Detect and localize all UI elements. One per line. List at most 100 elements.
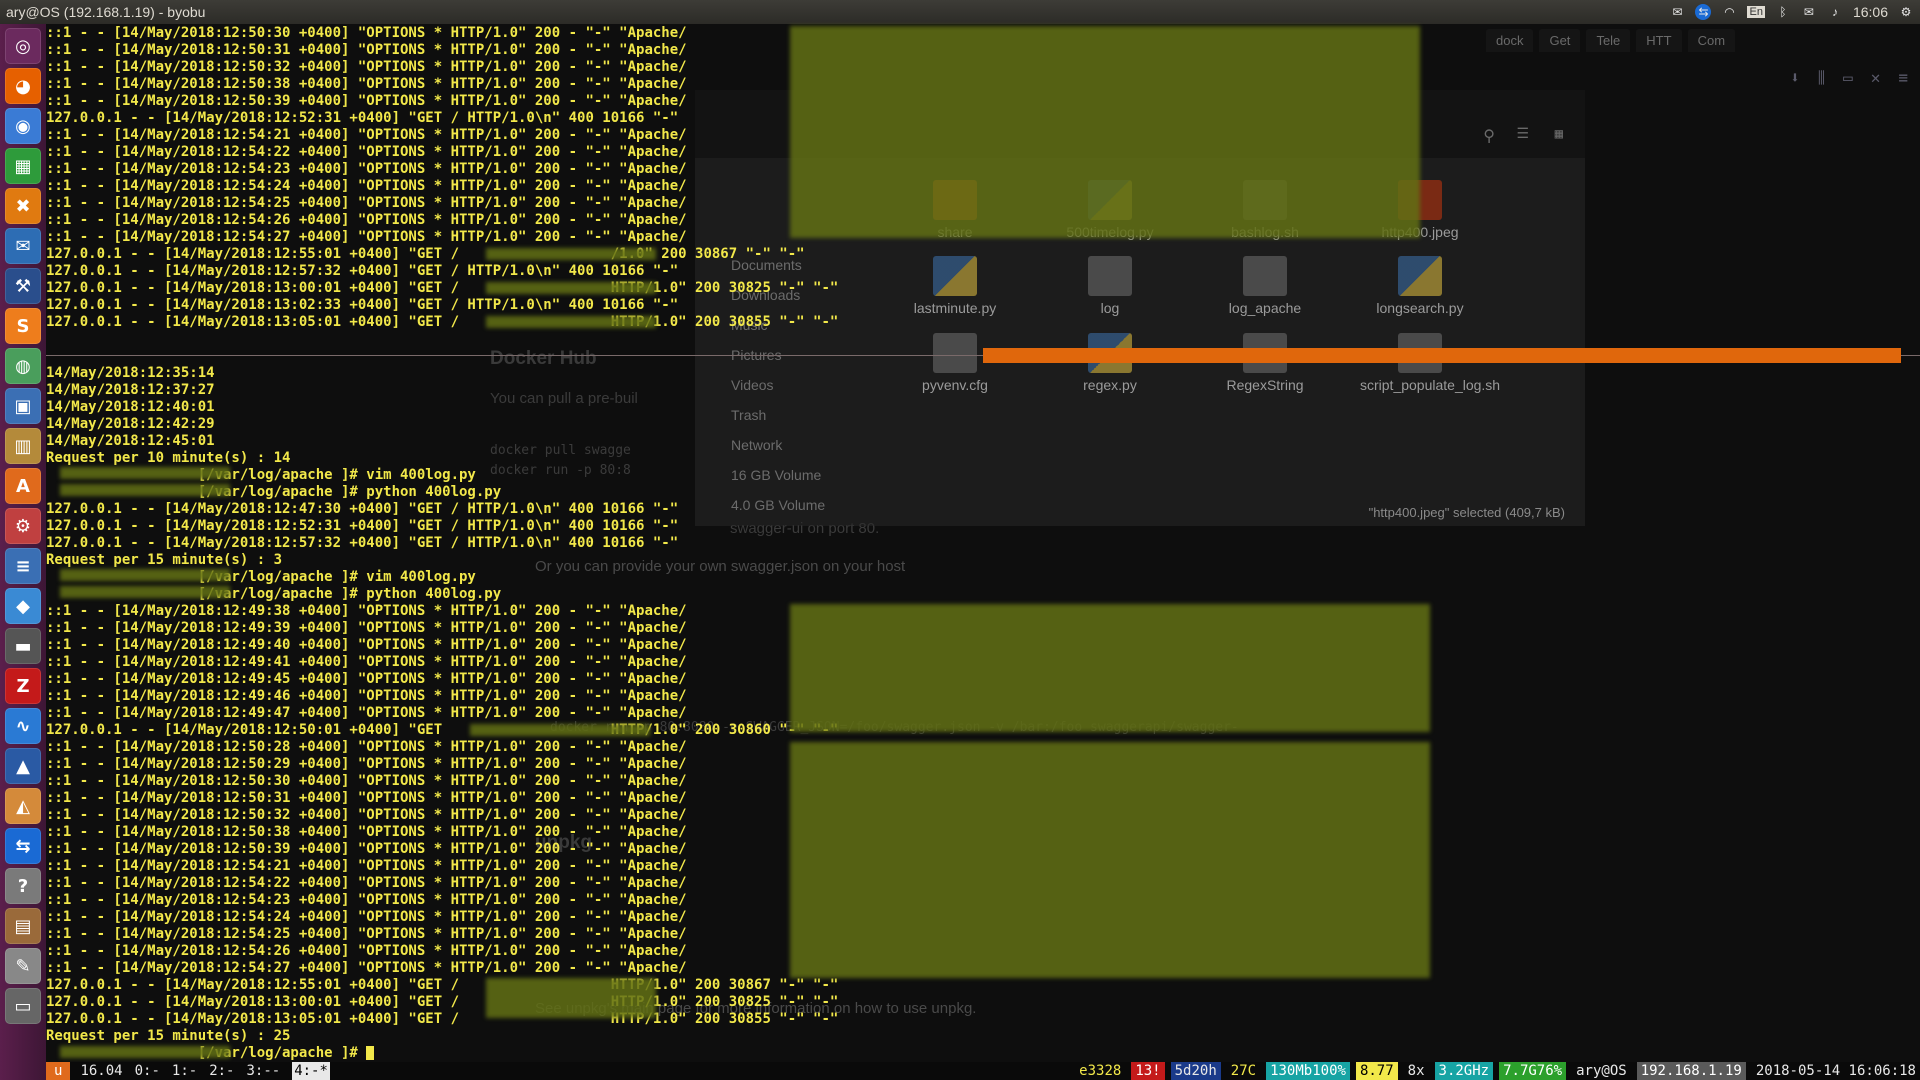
launcher-spreadsheet-icon[interactable]: ▦ bbox=[5, 148, 41, 184]
terminal-cursor bbox=[366, 1046, 375, 1060]
keyboard-layout[interactable]: En bbox=[1747, 6, 1765, 18]
teamviewer-icon[interactable]: ⇆ bbox=[1695, 4, 1712, 20]
terminal-line: ::1 - - [14/May/2018:12:50:38 +0400] "OP… bbox=[46, 824, 687, 840]
launcher-dash-home-icon[interactable]: ◎ bbox=[5, 28, 41, 64]
terminal-line: 127.0.0.1 - - [14/May/2018:12:57:32 +040… bbox=[46, 263, 679, 279]
launcher-teamviewer-icon[interactable]: ⇆ bbox=[5, 828, 41, 864]
sidebar-icon[interactable]: ▭ bbox=[1843, 68, 1853, 88]
text-file-icon bbox=[1243, 256, 1287, 296]
launcher-disk-util-icon[interactable]: ◭ bbox=[5, 788, 41, 824]
file-item[interactable]: longsearch.py bbox=[1360, 256, 1480, 316]
terminal-line: ::1 - - [14/May/2018:12:50:38 +0400] "OP… bbox=[46, 76, 687, 92]
download-icon[interactable]: ⬇ bbox=[1790, 68, 1800, 88]
file-item[interactable]: lastminute.py bbox=[895, 256, 1015, 316]
terminal-line: ::1 - - [14/May/2018:12:54:27 +0400] "OP… bbox=[46, 960, 687, 976]
launcher-thunderbird-icon[interactable]: ✉ bbox=[5, 228, 41, 264]
launcher-sublime-icon[interactable]: S bbox=[5, 308, 41, 344]
ubuntu-logo: u bbox=[46, 1062, 71, 1080]
launcher: ◎ ◕ ◉ ▦ ✖ ✉ ⚒ S ◍ ▣ ▥ A ⚙ ≡ ◆ ▬ Z ∿ ▲ ◭ ⇆? ▤ ✎ ▭ bbox=[0, 24, 46, 1080]
status-indicators: e3328 13! 5d20h 27C 130Mb100% 8.77 8x 3.2GHz 7.7… bbox=[1075, 1062, 1920, 1080]
file-item[interactable]: RegexString bbox=[1205, 333, 1325, 393]
launcher-settings-icon[interactable]: ⚙ bbox=[5, 508, 41, 544]
launcher-monitor-icon[interactable]: ∿ bbox=[5, 708, 41, 744]
chat-icon[interactable]: ✉ bbox=[1669, 4, 1685, 20]
browser-tab[interactable]: Tele bbox=[1586, 28, 1631, 52]
file-item[interactable]: regex.py bbox=[1050, 333, 1170, 393]
list-view-icon[interactable]: ☰ bbox=[1516, 126, 1529, 142]
redaction-patch bbox=[486, 316, 656, 328]
file-item[interactable]: log_apache bbox=[1205, 256, 1325, 316]
file-item[interactable]: script_populate_log.sh bbox=[1360, 333, 1500, 393]
python-file-icon bbox=[1398, 256, 1442, 296]
terminal-line: 127.0.0.1 - - [14/May/2018:13:00:01 +040… bbox=[46, 280, 839, 296]
launcher-network-icon[interactable]: ◍ bbox=[5, 348, 41, 384]
launcher-filezilla-icon[interactable]: Z bbox=[5, 668, 41, 704]
byobu-window-tab[interactable]: 3:-- bbox=[246, 1062, 280, 1080]
clock[interactable]: 16:06 bbox=[1853, 4, 1888, 20]
bluetooth-icon[interactable]: ᛒ bbox=[1775, 4, 1791, 20]
gear-icon[interactable]: ⚙ bbox=[1898, 4, 1914, 20]
redaction-patch bbox=[60, 484, 230, 496]
launcher-firefox-icon[interactable]: ◕ bbox=[5, 68, 41, 104]
terminal-line: ::1 - - [14/May/2018:12:54:27 +0400] "OP… bbox=[46, 229, 687, 245]
menu-icon[interactable]: ≡ bbox=[1898, 68, 1908, 88]
terminal-line: 127.0.0.1 - - [14/May/2018:12:57:32 +040… bbox=[46, 535, 679, 551]
launcher-text-editor-icon[interactable]: ≡ bbox=[5, 548, 41, 584]
system-tray: ✉ ⇆ ◠ En ᛒ ✉ ♪ 16:06 ⚙ bbox=[1669, 4, 1914, 20]
browser-tab[interactable]: Get bbox=[1539, 28, 1581, 52]
grid-view-icon[interactable]: ▦ bbox=[1555, 126, 1563, 142]
mail-icon[interactable]: ✉ bbox=[1801, 4, 1817, 20]
terminal-line: ::1 - - [14/May/2018:12:54:21 +0400] "OP… bbox=[46, 858, 687, 874]
launcher-software-center-icon[interactable]: A bbox=[5, 468, 41, 504]
terminal-line: 127.0.0.1 - - [14/May/2018:12:55:01 +040… bbox=[46, 977, 839, 993]
browser-tab[interactable]: HTT bbox=[1636, 28, 1682, 52]
byobu-window-tab[interactable]: 1:- bbox=[172, 1062, 197, 1080]
launcher-notes-icon[interactable]: ✎ bbox=[5, 948, 41, 984]
launcher-files-icon[interactable]: ▤ bbox=[5, 908, 41, 944]
terminal-line: ::1 - - [14/May/2018:12:54:23 +0400] "OP… bbox=[46, 892, 687, 908]
byobu-window-tab[interactable]: 0:- bbox=[135, 1062, 160, 1080]
redaction-patch bbox=[486, 978, 656, 1018]
terminal-line: ::1 - - [14/May/2018:12:54:26 +0400] "OP… bbox=[46, 943, 687, 959]
redaction-patch bbox=[470, 724, 650, 736]
launcher-drive-icon[interactable]: ▬ bbox=[5, 628, 41, 664]
terminal-line: ::1 - - [14/May/2018:12:50:32 +0400] "OP… bbox=[46, 807, 687, 823]
launcher-tool-icon[interactable]: ⚒ bbox=[5, 268, 41, 304]
file-name: log_apache bbox=[1228, 300, 1302, 316]
browser-tab[interactable]: dock bbox=[1486, 28, 1534, 52]
browser-tab[interactable]: Com bbox=[1687, 28, 1736, 52]
file-item[interactable]: log bbox=[1050, 256, 1170, 316]
launcher-trash-icon[interactable]: ▭ bbox=[5, 988, 41, 1024]
byobu-window-tab[interactable]: 4:-* bbox=[292, 1062, 330, 1080]
terminal-top-pane[interactable]: ::1 - - [14/May/2018:12:50:30 +0400] "OP… bbox=[46, 25, 838, 331]
terminal-line: 14/May/2018:12:37:27 bbox=[46, 382, 215, 398]
terminal-line: ::1 - - [14/May/2018:12:50:31 +0400] "OP… bbox=[46, 790, 687, 806]
file-name: RegexString bbox=[1226, 377, 1304, 393]
terminal-line: ::1 - - [14/May/2018:12:49:39 +0400] "OP… bbox=[46, 620, 687, 636]
byobu-window-tab[interactable]: 2:- bbox=[209, 1062, 234, 1080]
launcher-arrow-icon[interactable]: ▲ bbox=[5, 748, 41, 784]
close-icon[interactable]: ✕ bbox=[1871, 68, 1881, 88]
launcher-archive-icon[interactable]: ▥ bbox=[5, 428, 41, 464]
file-name: longsearch.py bbox=[1376, 300, 1464, 316]
wifi-icon[interactable]: ◠ bbox=[1721, 4, 1737, 20]
volume-icon[interactable]: ♪ bbox=[1827, 4, 1843, 20]
redaction-patch bbox=[790, 26, 1420, 238]
text-file-icon bbox=[933, 333, 977, 373]
terminal-line: 127.0.0.1 - - [14/May/2018:13:05:01 +040… bbox=[46, 1011, 839, 1027]
library-icon[interactable]: ⫼ bbox=[1818, 68, 1825, 88]
launcher-dropbox-icon[interactable]: ◆ bbox=[5, 588, 41, 624]
launcher-remote-desktop-icon[interactable]: ▣ bbox=[5, 388, 41, 424]
status-indicator: 130Mb100% bbox=[1266, 1062, 1350, 1080]
launcher-help-icon[interactable]: ? bbox=[5, 868, 41, 904]
terminal-line: 127.0.0.1 - - [14/May/2018:13:05:01 +040… bbox=[46, 314, 839, 330]
file-item[interactable]: pyvenv.cfg bbox=[895, 333, 1015, 393]
launcher-lifebuoy-icon[interactable]: ✖ bbox=[5, 188, 41, 224]
redaction-patch bbox=[60, 1046, 230, 1058]
file-manager-status: "http400.jpeg" selected (409,7 kB) bbox=[1368, 505, 1565, 520]
terminal-line: ::1 - - [14/May/2018:12:54:24 +0400] "OP… bbox=[46, 909, 687, 925]
terminal-line: ::1 - - [14/May/2018:12:50:39 +0400] "OP… bbox=[46, 93, 687, 109]
search-icon[interactable]: ⚲ bbox=[1483, 126, 1495, 145]
terminal-line: ::1 - - [14/May/2018:12:50:29 +0400] "OP… bbox=[46, 756, 687, 772]
launcher-chromium-icon[interactable]: ◉ bbox=[5, 108, 41, 144]
